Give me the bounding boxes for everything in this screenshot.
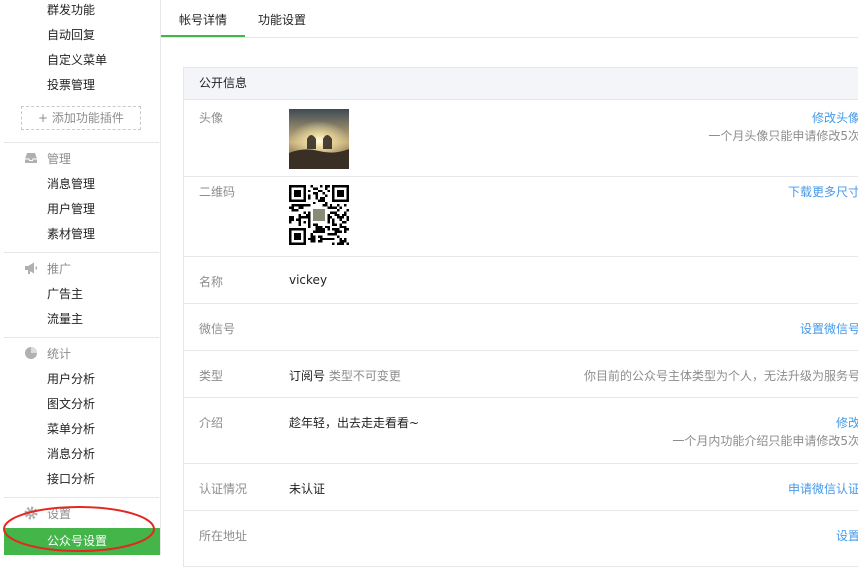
name-value: vickey bbox=[289, 273, 328, 287]
sidebar-item-vote-manage[interactable]: 投票管理 bbox=[47, 73, 95, 98]
sidebar-item-account-settings[interactable]: 公众号设置 bbox=[4, 528, 160, 555]
type-value-text: 订阅号 bbox=[289, 369, 326, 383]
sidebar-item-mass-send[interactable]: 群发功能 bbox=[47, 0, 95, 23]
tab-bar: 帐号详情 功能设置 bbox=[161, 0, 858, 38]
intro-label: 介绍 bbox=[199, 416, 224, 430]
plus-icon: + bbox=[38, 111, 52, 125]
sidebar-item-materials[interactable]: 素材管理 bbox=[47, 222, 95, 247]
tab-account-details[interactable]: 帐号详情 bbox=[161, 0, 245, 37]
type-label: 类型 bbox=[199, 369, 224, 383]
sidebar-divider bbox=[4, 142, 159, 143]
add-plugin-button[interactable]: + 添加功能插件 bbox=[21, 106, 141, 130]
sidebar: 群发功能 自动回复 自定义菜单 投票管理 + 添加功能插件 管理 消息管理 用户… bbox=[0, 0, 161, 555]
sidebar-item-users[interactable]: 用户管理 bbox=[47, 197, 95, 222]
type-row: 类型 订阅号 类型不可变更 你目前的公众号主体类型为个人，无法升级为服务号 bbox=[184, 350, 858, 398]
verification-label: 认证情况 bbox=[199, 482, 248, 496]
verification-value: 未认证 bbox=[289, 482, 326, 496]
type-value: 订阅号 类型不可变更 bbox=[289, 367, 401, 384]
sidebar-group-settings: 设置 bbox=[24, 502, 71, 527]
avatar-row: 头像 修改头像 一个月头像只能申请修改5次 bbox=[184, 100, 858, 177]
apply-verification-link[interactable]: 申请微信认证 bbox=[788, 480, 858, 497]
sidebar-item-custom-menu[interactable]: 自定义菜单 bbox=[47, 48, 107, 73]
sidebar-divider bbox=[4, 337, 159, 338]
add-plugin-label: 添加功能插件 bbox=[51, 111, 124, 125]
qrcode-label: 二维码 bbox=[199, 185, 236, 199]
sidebar-divider bbox=[4, 252, 159, 253]
public-info-panel: 公开信息 头像 修改头像 一个月头像只能申请修改5次 二维码 下载更多尺寸 名称… bbox=[183, 67, 858, 567]
sidebar-divider bbox=[4, 497, 159, 498]
verification-row: 认证情况 未认证 申请微信认证 bbox=[184, 463, 858, 511]
sidebar-item-article-analysis[interactable]: 图文分析 bbox=[47, 392, 95, 417]
inbox-icon bbox=[25, 153, 37, 163]
megaphone-icon bbox=[25, 262, 38, 274]
sidebar-item-api-analysis[interactable]: 接口分析 bbox=[47, 467, 95, 492]
gear-icon bbox=[24, 506, 38, 520]
name-row: 名称 vickey bbox=[184, 256, 858, 304]
edit-intro-link[interactable]: 修改 bbox=[836, 414, 858, 431]
sidebar-item-user-analysis[interactable]: 用户分析 bbox=[47, 367, 95, 392]
intro-row: 介绍 趁年轻，出去走走看看~ 修改 一个月内功能介绍只能申请修改5次 bbox=[184, 397, 858, 464]
sidebar-item-auto-reply[interactable]: 自动回复 bbox=[47, 23, 95, 48]
tab-function-settings[interactable]: 功能设置 bbox=[245, 0, 319, 36]
avatar bbox=[289, 109, 349, 169]
change-avatar-link[interactable]: 修改头像 bbox=[812, 109, 858, 126]
intro-limit-note: 一个月内功能介绍只能申请修改5次 bbox=[672, 434, 858, 448]
sidebar-group-title: 推广 bbox=[47, 262, 72, 276]
qrcode-row: 二维码 下载更多尺寸 bbox=[184, 176, 858, 257]
set-wechat-id-link[interactable]: 设置微信号 bbox=[800, 320, 858, 337]
type-immutable-note: 类型不可变更 bbox=[328, 369, 401, 383]
sidebar-group-title: 管理 bbox=[47, 152, 72, 166]
sidebar-item-advertiser[interactable]: 广告主 bbox=[47, 282, 83, 307]
sidebar-item-menu-analysis[interactable]: 菜单分析 bbox=[47, 417, 95, 442]
type-upgrade-note: 你目前的公众号主体类型为个人，无法升级为服务号 bbox=[583, 369, 858, 383]
qr-code-image bbox=[289, 185, 349, 245]
panel-title: 公开信息 bbox=[184, 68, 858, 100]
download-qrcode-link[interactable]: 下载更多尺寸 bbox=[788, 183, 858, 200]
sidebar-item-publisher[interactable]: 流量主 bbox=[47, 307, 83, 332]
sidebar-group-manage: 管理 bbox=[24, 147, 71, 172]
sidebar-group-title: 统计 bbox=[47, 347, 72, 361]
location-row: 所在地址 设置 bbox=[184, 510, 858, 557]
pie-chart-icon bbox=[25, 347, 37, 359]
wechat-id-label: 微信号 bbox=[199, 322, 236, 336]
set-location-link[interactable]: 设置 bbox=[836, 527, 858, 544]
avatar-label: 头像 bbox=[199, 111, 224, 125]
sidebar-group-title: 设置 bbox=[47, 507, 72, 521]
main-content: 帐号详情 功能设置 公开信息 头像 修改头像 一个月头像只能申请修改5次 二维码… bbox=[161, 0, 858, 567]
intro-value: 趁年轻，出去走走看看~ bbox=[289, 416, 420, 430]
sidebar-group-statistics: 统计 bbox=[24, 342, 71, 367]
name-label: 名称 bbox=[199, 275, 224, 289]
sidebar-item-message-analysis[interactable]: 消息分析 bbox=[47, 442, 95, 467]
wechat-id-row: 微信号 设置微信号 bbox=[184, 303, 858, 351]
location-label: 所在地址 bbox=[199, 529, 248, 543]
sidebar-item-messages[interactable]: 消息管理 bbox=[47, 172, 95, 197]
avatar-limit-note: 一个月头像只能申请修改5次 bbox=[708, 129, 858, 143]
sidebar-group-promotion: 推广 bbox=[24, 257, 71, 282]
